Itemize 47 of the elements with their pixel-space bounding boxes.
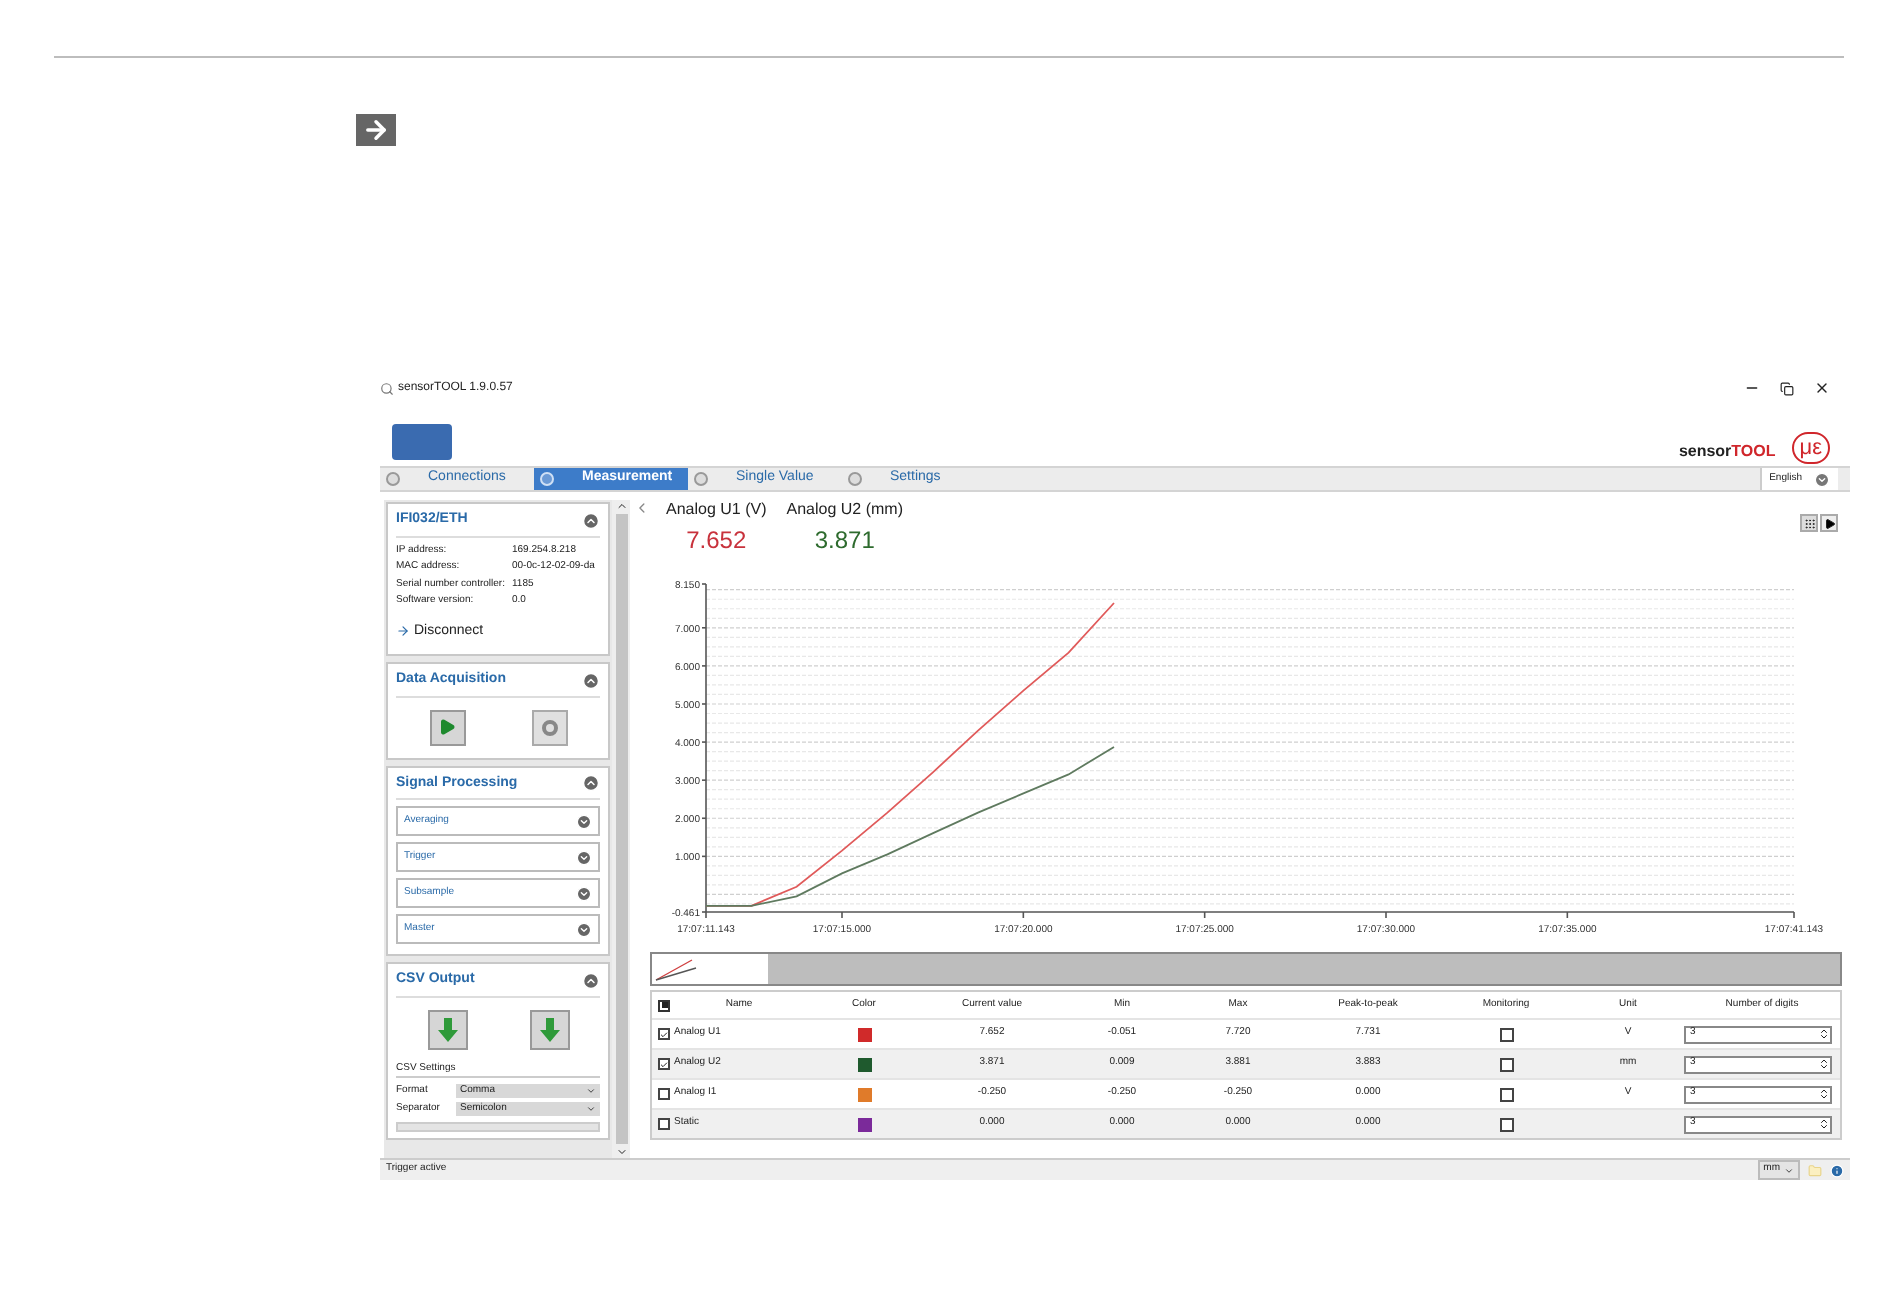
brand-logo-mark: με <box>1791 432 1830 464</box>
dropdown-icon <box>1784 1165 1794 1175</box>
expand-icon <box>576 921 593 937</box>
select-all-checkbox[interactable] <box>658 999 670 1011</box>
collapse-icon[interactable] <box>582 971 601 990</box>
overview-strip[interactable] <box>650 952 1842 986</box>
monitoring-checkbox[interactable] <box>1499 1057 1513 1071</box>
readout-value: 7.652 <box>686 524 747 558</box>
horizontal-scrollbar[interactable] <box>396 1122 601 1132</box>
monitoring-checkbox[interactable] <box>1499 1087 1513 1101</box>
expand-icon <box>576 849 593 865</box>
fullscreen-button[interactable] <box>1800 514 1818 532</box>
row-checkbox[interactable] <box>658 1118 670 1130</box>
row-checkbox[interactable] <box>658 1088 670 1100</box>
scroll-up-icon[interactable] <box>615 500 628 512</box>
stop-icon <box>541 719 558 735</box>
row-checkbox[interactable] <box>658 1028 670 1040</box>
readout-value: 3.871 <box>814 524 875 558</box>
overview-preview-drawing <box>652 954 768 984</box>
close-icon[interactable] <box>1814 380 1830 396</box>
stop-button[interactable] <box>531 709 568 745</box>
download-arrow-icon <box>437 1017 458 1041</box>
collapse-icon[interactable] <box>582 774 601 793</box>
collapse-sidebar-icon[interactable] <box>634 500 650 516</box>
monitoring-checkbox[interactable] <box>1499 1027 1513 1041</box>
dropdown-icon <box>1814 471 1830 487</box>
photo-placeholder <box>392 424 452 460</box>
export-button[interactable] <box>529 1009 570 1049</box>
collapse-icon[interactable] <box>582 511 601 530</box>
expand-icon <box>576 813 593 829</box>
arrow-icon <box>396 624 410 639</box>
monitoring-checkbox[interactable] <box>1499 1117 1513 1131</box>
brand-logo-text: sensorTOOL <box>1678 440 1776 464</box>
row-checkbox[interactable] <box>658 1058 670 1070</box>
app-icon <box>380 381 394 395</box>
play-button[interactable] <box>1820 514 1838 532</box>
restore-icon[interactable] <box>1780 381 1794 395</box>
play-icon <box>438 718 457 736</box>
readout-label: Analog U1 (V) <box>666 498 767 522</box>
vertical-scrollbar[interactable] <box>612 500 631 1158</box>
info-icon[interactable] <box>1830 1163 1844 1177</box>
export-button[interactable] <box>427 1009 468 1049</box>
readout-label: Analog U2 (mm) <box>786 498 903 522</box>
download-arrow-icon <box>539 1017 560 1041</box>
scroll-down-icon[interactable] <box>615 1146 628 1158</box>
collapse-icon[interactable] <box>582 671 601 690</box>
expand-icon <box>576 885 593 901</box>
